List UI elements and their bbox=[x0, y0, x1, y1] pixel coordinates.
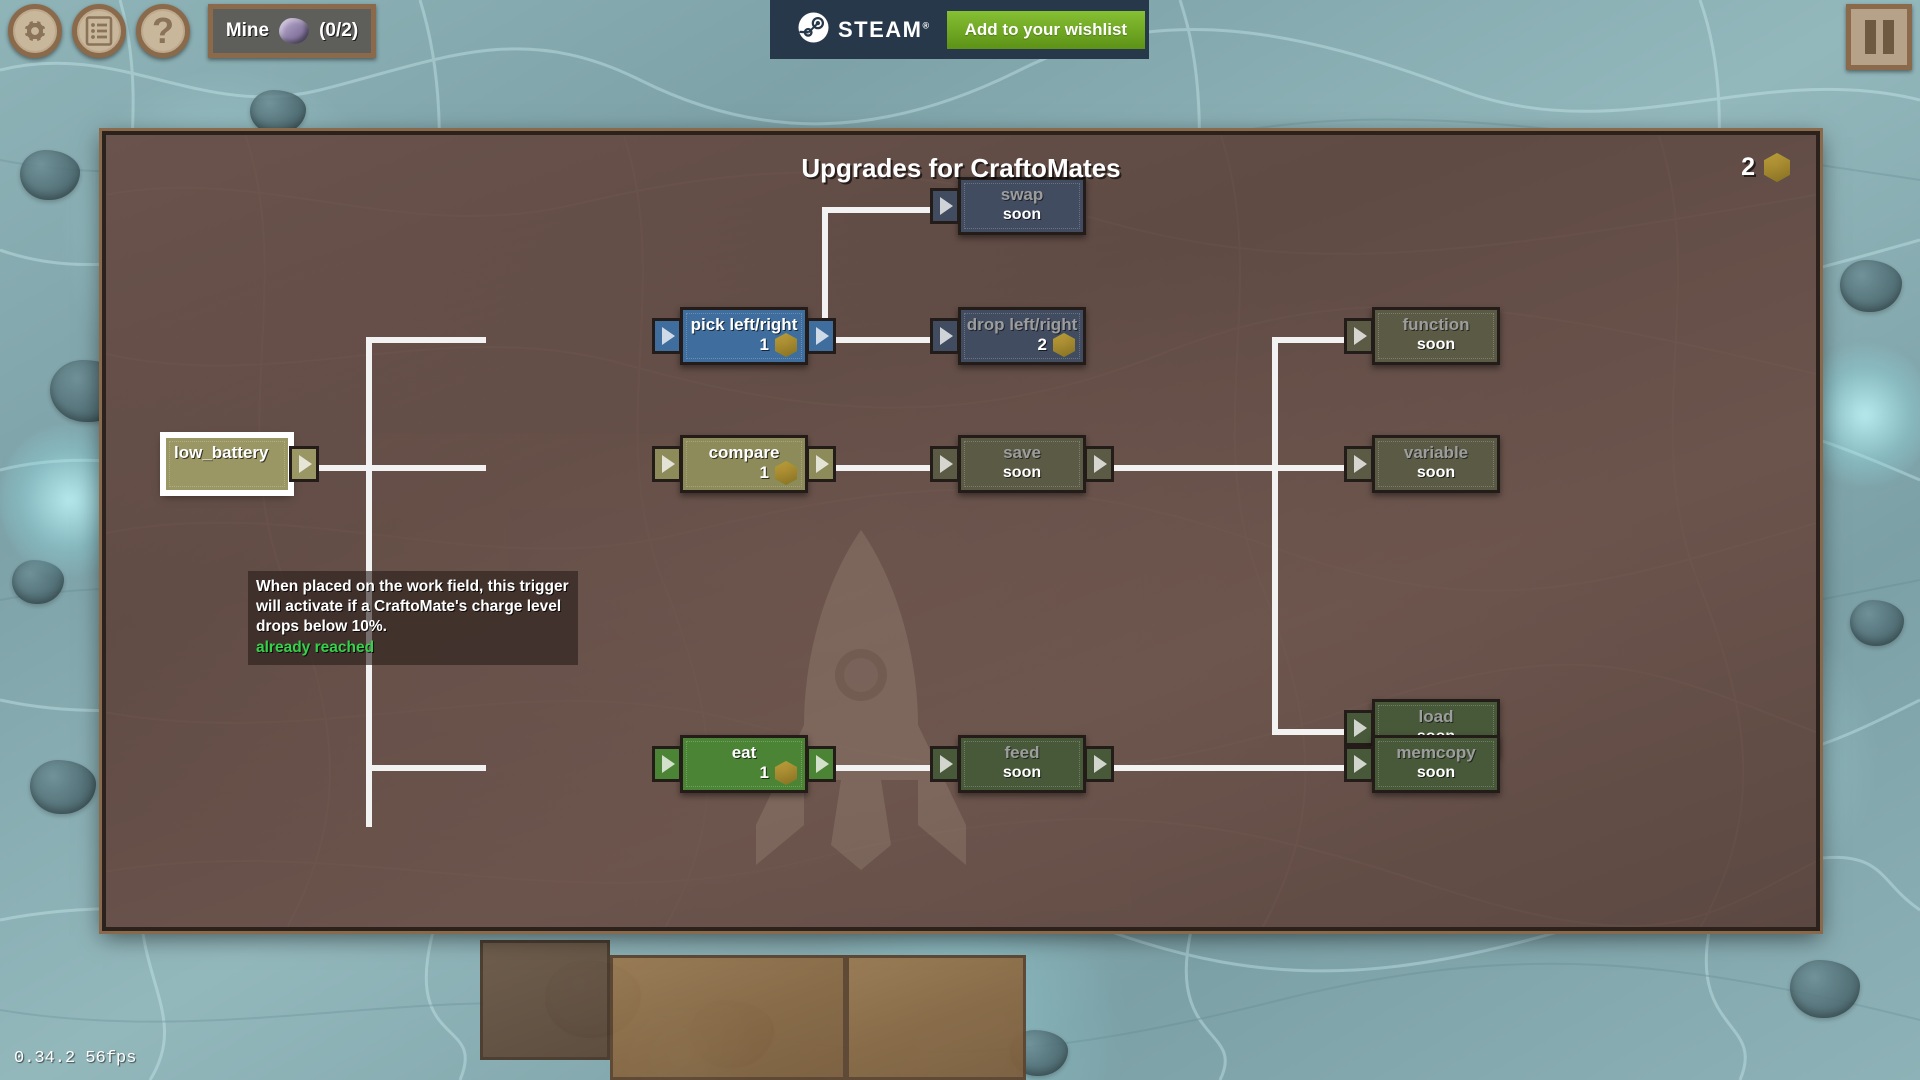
upgrade-node-pick-left-right[interactable]: pick left/right 1 bbox=[652, 307, 836, 365]
node-title: compare bbox=[708, 443, 780, 462]
node-cost: 2 bbox=[1038, 333, 1075, 357]
upgrade-node-eat[interactable]: eat 1 bbox=[652, 735, 836, 793]
wire-segment bbox=[366, 765, 486, 771]
green-gem-icon bbox=[1764, 153, 1790, 182]
node-cost: 1 bbox=[760, 461, 797, 485]
page-title: Upgrades for CraftoMates bbox=[801, 153, 1121, 183]
input-port-icon bbox=[930, 446, 960, 482]
node-cost-amount: 2 bbox=[1037, 335, 1047, 354]
node-status: soon bbox=[1416, 463, 1456, 481]
upgrade-node-drop-left-right[interactable]: drop left/right 2 bbox=[930, 307, 1086, 365]
node-title: function bbox=[1402, 315, 1470, 334]
top-toolbar: ? Mine (0/2) bbox=[8, 4, 376, 58]
node-title: variable bbox=[1403, 443, 1469, 462]
tooltip-line-2: will activate if a CraftoMate's charge l… bbox=[256, 597, 562, 615]
upgrades-panel: Upgrades for CraftoMates 2 swap soon pic… bbox=[99, 128, 1823, 934]
upgrade-node-feed[interactable]: feed soon bbox=[930, 735, 1114, 793]
fps-counter: 0.34.2 56fps bbox=[14, 1049, 137, 1068]
input-port-icon bbox=[930, 188, 960, 224]
node-status: soon bbox=[1002, 463, 1042, 481]
input-port-icon bbox=[1344, 710, 1374, 746]
mine-objective-panel[interactable]: Mine (0/2) bbox=[208, 4, 376, 58]
node-status: soon bbox=[1002, 205, 1042, 223]
node-title: memcopy bbox=[1396, 743, 1476, 762]
steam-promo-banner: STEAM® Add to your wishlist bbox=[770, 0, 1149, 59]
mine-label: Mine bbox=[225, 20, 270, 41]
input-port-icon bbox=[652, 318, 682, 354]
node-cost: 1 bbox=[760, 333, 797, 357]
steam-branding: STEAM® bbox=[798, 11, 931, 48]
node-title: eat bbox=[731, 743, 757, 762]
node-title: swap bbox=[1000, 185, 1044, 204]
input-port-icon bbox=[930, 746, 960, 782]
currency-display: 2 bbox=[1741, 153, 1790, 182]
pause-icon bbox=[1864, 20, 1894, 54]
upgrade-node-compare[interactable]: compare 1 bbox=[652, 435, 836, 493]
gear-icon bbox=[20, 16, 50, 46]
upgrade-node-save[interactable]: save soon bbox=[930, 435, 1114, 493]
mine-count: (0/2) bbox=[319, 20, 359, 41]
dirt-tile bbox=[480, 940, 610, 1060]
question-mark-icon: ? bbox=[152, 10, 174, 51]
settings-button[interactable] bbox=[8, 4, 62, 58]
currency-amount: 2 bbox=[1741, 153, 1755, 181]
input-port-icon bbox=[652, 446, 682, 482]
node-title: pick left/right bbox=[690, 315, 798, 334]
help-button[interactable]: ? bbox=[136, 4, 190, 58]
node-cost-amount: 1 bbox=[759, 763, 769, 782]
node-tooltip: When placed on the work field, this trig… bbox=[248, 571, 578, 666]
dirt-tile bbox=[610, 955, 846, 1080]
upgrade-node-low-battery[interactable]: low_battery bbox=[163, 435, 319, 493]
node-cost-amount: 1 bbox=[759, 335, 769, 354]
rocket-decoration bbox=[756, 530, 966, 870]
green-gem-icon bbox=[775, 333, 797, 357]
output-port-icon bbox=[806, 446, 836, 482]
wire-segment bbox=[366, 337, 486, 343]
steam-logo-icon bbox=[798, 11, 829, 48]
wire-segment bbox=[1109, 765, 1372, 771]
input-port-icon bbox=[1344, 446, 1374, 482]
upgrade-node-memcopy[interactable]: memcopy soon bbox=[1344, 735, 1500, 793]
output-port-icon bbox=[806, 746, 836, 782]
add-to-wishlist-button[interactable]: Add to your wishlist bbox=[946, 10, 1146, 49]
output-port-icon bbox=[1084, 746, 1114, 782]
input-port-icon bbox=[1344, 318, 1374, 354]
green-gem-icon bbox=[775, 761, 797, 785]
tooltip-line-1: When placed on the work field, this trig… bbox=[256, 578, 569, 595]
ore-icon bbox=[279, 18, 310, 44]
tooltip-line-3: drops below 10%. bbox=[256, 617, 387, 635]
node-cost-amount: 1 bbox=[759, 463, 769, 482]
output-port-icon bbox=[806, 318, 836, 354]
node-title: save bbox=[1003, 443, 1041, 462]
upgrade-node-function[interactable]: function soon bbox=[1344, 307, 1500, 365]
node-title: drop left/right bbox=[966, 315, 1078, 334]
input-port-icon bbox=[930, 318, 960, 354]
green-gem-icon bbox=[775, 461, 797, 485]
green-gem-icon bbox=[1053, 333, 1075, 357]
input-port-icon bbox=[1344, 746, 1374, 782]
output-port-icon bbox=[1084, 446, 1114, 482]
steam-wordmark: STEAM® bbox=[838, 16, 931, 42]
node-title: low_battery bbox=[174, 443, 269, 462]
list-icon bbox=[85, 16, 113, 46]
input-port-icon bbox=[652, 746, 682, 782]
upgrade-node-swap[interactable]: swap soon bbox=[930, 177, 1086, 235]
pause-button[interactable] bbox=[1846, 4, 1912, 70]
wire-segment bbox=[1272, 337, 1278, 735]
log-button[interactable] bbox=[72, 4, 126, 58]
wire-segment bbox=[1109, 465, 1277, 471]
node-cost: 1 bbox=[760, 761, 797, 785]
node-status: soon bbox=[1416, 335, 1456, 353]
upgrade-node-variable[interactable]: variable soon bbox=[1344, 435, 1500, 493]
wire-segment bbox=[822, 207, 942, 213]
node-status: soon bbox=[1416, 763, 1456, 781]
output-port-icon bbox=[289, 446, 319, 482]
node-title: load bbox=[1418, 707, 1454, 726]
tooltip-status: already reached bbox=[256, 639, 375, 657]
node-title: feed bbox=[1004, 743, 1040, 762]
dirt-tile bbox=[846, 955, 1026, 1080]
wire-segment bbox=[822, 337, 942, 343]
node-status: soon bbox=[1002, 763, 1042, 781]
wire-segment bbox=[366, 465, 486, 471]
